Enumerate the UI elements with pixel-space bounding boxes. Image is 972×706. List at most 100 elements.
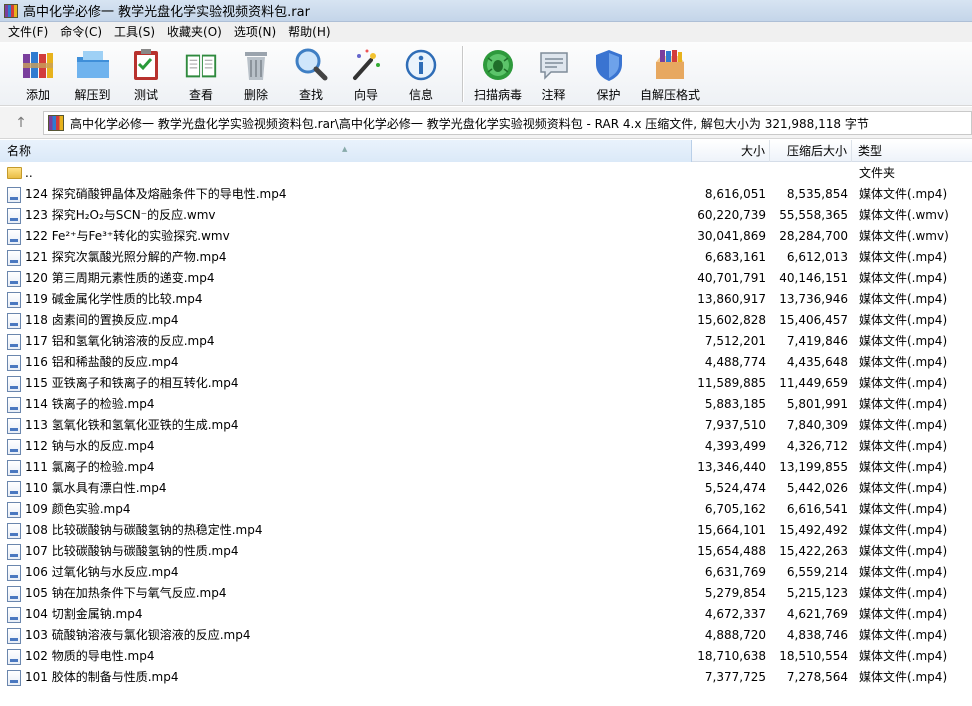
file-row[interactable]: 104 切割金属钠.mp4 4,672,337 4,621,769 媒体文件(.mp4… bbox=[0, 604, 972, 625]
column-name-label: 名称 bbox=[7, 144, 32, 158]
scan-virus-button[interactable]: 扫描病毒 bbox=[470, 42, 526, 104]
up-arrow-icon[interactable]: ↑ bbox=[8, 113, 34, 133]
file-row[interactable]: 123 探究H₂O₂与SCN⁻的反应.wmv 60,220,739 55,558,3… bbox=[0, 205, 972, 226]
file-packed-size: 4,435,648 bbox=[786, 355, 848, 369]
scan-virus-label: 扫描病毒 bbox=[473, 88, 522, 102]
extract-to-button[interactable]: 解压到 bbox=[59, 42, 126, 104]
file-row[interactable]: 124 探究硝酸钾晶体及熔融条件下的导电性.mp4 8,616,051 8,535,… bbox=[0, 184, 972, 205]
file-name: 114 铁离子的检验.mp4 bbox=[25, 397, 155, 411]
file-row[interactable]: 116 铝和稀盐酸的反应.mp4 4,488,774 4,435,648 媒体文件(.… bbox=[0, 352, 972, 373]
menu-tools[interactable]: 工具(S) bbox=[108, 22, 161, 42]
file-row[interactable]: 114 铁离子的检验.mp4 5,883,185 5,801,991 媒体文件(.mp… bbox=[0, 394, 972, 415]
file-name: 112 钠与水的反应.mp4 bbox=[25, 439, 155, 453]
path-field[interactable]: 高中化学必修一 教学光盘化学实验视频资料包.rar\高中化学必修一 教学光盘化学… bbox=[43, 111, 972, 135]
file-packed-size: 13,736,946 bbox=[779, 292, 848, 306]
file-row[interactable]: 102 物质的导电性.mp4 18,710,638 18,510,554 媒体文件(.… bbox=[0, 646, 972, 667]
test-button[interactable]: 测试 bbox=[126, 42, 166, 104]
file-packed-size: 4,838,746 bbox=[786, 628, 848, 642]
file-row[interactable]: 115 亚铁离子和铁离子的相互转化.mp4 11,589,885 11,449,65… bbox=[0, 373, 972, 394]
file-name: 107 比较碳酸钠与碳酸氢钠的性质.mp4 bbox=[25, 544, 239, 558]
file-name: 122 Fe²⁺与Fe³⁺转化的实验探究.wmv bbox=[25, 229, 230, 243]
file-row[interactable]: 118 卤素间的置换反应.mp4 15,602,828 15,406,457 媒体文件… bbox=[0, 310, 972, 331]
add-button[interactable]: 添加 bbox=[17, 42, 59, 104]
menu-options[interactable]: 选项(N) bbox=[228, 22, 282, 42]
parent-folder-row[interactable]: .. 文件夹 bbox=[0, 163, 972, 184]
file-name: 108 比较碳酸钠与碳酸氢钠的热稳定性.mp4 bbox=[25, 523, 263, 537]
file-type: 媒体文件(.mp4) bbox=[859, 292, 948, 306]
file-row[interactable]: 112 钠与水的反应.mp4 4,393,499 4,326,712 媒体文件(.mp… bbox=[0, 436, 972, 457]
file-size: 6,631,769 bbox=[704, 565, 766, 579]
file-row[interactable]: 117 铝和氢氧化钠溶液的反应.mp4 7,512,201 7,419,846 媒体文… bbox=[0, 331, 972, 352]
file-type: 媒体文件(.wmv) bbox=[859, 229, 949, 243]
comment-button[interactable]: 注释 bbox=[526, 42, 581, 104]
title-bar: 高中化学必修一 教学光盘化学实验视频资料包.rar bbox=[0, 0, 972, 22]
file-type: 媒体文件(.mp4) bbox=[859, 397, 948, 411]
delete-label: 删除 bbox=[243, 88, 268, 102]
file-name: 106 过氧化钠与水反应.mp4 bbox=[25, 565, 179, 579]
file-row[interactable]: 119 碱金属化学性质的比较.mp4 13,860,917 13,736,946 媒体… bbox=[0, 289, 972, 310]
file-packed-size: 7,278,564 bbox=[786, 670, 848, 684]
file-size: 15,664,101 bbox=[697, 523, 766, 537]
file-row[interactable]: 111 氯离子的检验.mp4 13,346,440 13,199,855 媒体文件(.… bbox=[0, 457, 972, 478]
file-type: 媒体文件(.mp4) bbox=[859, 376, 948, 390]
wizard-button[interactable]: 向导 bbox=[346, 42, 386, 104]
column-name[interactable]: 名称 ▲ bbox=[0, 140, 692, 162]
menu-commands[interactable]: 命令(C) bbox=[54, 22, 108, 42]
file-size: 8,616,051 bbox=[704, 187, 766, 201]
file-row[interactable]: 109 颜色实验.mp4 6,705,162 6,616,541 媒体文件(.mp4) bbox=[0, 499, 972, 520]
file-name: 121 探究次氯酸光照分解的产物.mp4 bbox=[25, 250, 227, 264]
menu-help[interactable]: 帮助(H) bbox=[282, 22, 336, 42]
file-type: 媒体文件(.mp4) bbox=[859, 418, 948, 432]
file-row[interactable]: 108 比较碳酸钠与碳酸氢钠的热稳定性.mp4 15,664,101 15,492,… bbox=[0, 520, 972, 541]
file-type: 媒体文件(.mp4) bbox=[859, 313, 948, 327]
file-row[interactable]: 106 过氧化钠与水反应.mp4 6,631,769 6,559,214 媒体文件(.… bbox=[0, 562, 972, 583]
test-label: 测试 bbox=[133, 88, 158, 102]
file-row[interactable]: 110 氯水具有漂白性.mp4 5,524,474 5,442,026 媒体文件(.m… bbox=[0, 478, 972, 499]
sfx-label: 自解压格式 bbox=[639, 88, 700, 102]
file-row[interactable]: 120 第三周期元素性质的递变.mp4 40,701,791 40,146,151 媒… bbox=[0, 268, 972, 289]
file-row[interactable]: 101 胶体的制备与性质.mp4 7,377,725 7,278,564 媒体文件(.… bbox=[0, 667, 972, 688]
file-size: 40,701,791 bbox=[697, 271, 766, 285]
file-row[interactable]: 122 Fe²⁺与Fe³⁺转化的实验探究.wmv 30,041,869 28,284… bbox=[0, 226, 972, 247]
sfx-button[interactable]: 自解压格式 bbox=[636, 42, 704, 104]
video-file-icon bbox=[7, 355, 21, 371]
video-file-icon bbox=[7, 607, 21, 623]
video-file-icon bbox=[7, 670, 21, 686]
file-packed-size: 6,612,013 bbox=[786, 250, 848, 264]
file-row[interactable]: 113 氢氧化铁和氢氧化亚铁的生成.mp4 7,937,510 7,840,309 媒… bbox=[0, 415, 972, 436]
column-size[interactable]: 大小 bbox=[692, 140, 770, 162]
column-type[interactable]: 类型 bbox=[852, 140, 972, 162]
menu-favorites[interactable]: 收藏夹(O) bbox=[161, 22, 228, 42]
file-size: 4,488,774 bbox=[704, 355, 766, 369]
file-row[interactable]: 103 硫酸钠溶液与氯化钡溶液的反应.mp4 4,888,720 4,838,746… bbox=[0, 625, 972, 646]
video-file-icon bbox=[7, 397, 21, 413]
file-type: 媒体文件(.mp4) bbox=[859, 187, 948, 201]
file-row[interactable]: 105 钠在加热条件下与氧气反应.mp4 5,279,854 5,215,123 媒体… bbox=[0, 583, 972, 604]
file-packed-size: 11,449,659 bbox=[779, 376, 848, 390]
view-button[interactable]: 查看 bbox=[166, 42, 236, 104]
shield-icon bbox=[591, 47, 627, 83]
info-button[interactable]: 信息 bbox=[386, 42, 456, 104]
file-name: .. bbox=[25, 166, 33, 180]
path-text: 高中化学必修一 教学光盘化学实验视频资料包.rar\高中化学必修一 教学光盘化学… bbox=[70, 116, 869, 131]
video-file-icon bbox=[7, 439, 21, 455]
column-packed-size[interactable]: 压缩后大小 bbox=[770, 140, 852, 162]
protect-button[interactable]: 保护 bbox=[581, 42, 636, 104]
file-size: 13,860,917 bbox=[697, 292, 766, 306]
file-size: 15,602,828 bbox=[697, 313, 766, 327]
file-row[interactable]: 121 探究次氯酸光照分解的产物.mp4 6,683,161 6,612,013 媒体… bbox=[0, 247, 972, 268]
delete-button[interactable]: 删除 bbox=[236, 42, 276, 104]
find-button[interactable]: 查找 bbox=[276, 42, 346, 104]
info-label: 信息 bbox=[408, 88, 433, 102]
file-list: .. 文件夹 124 探究硝酸钾晶体及熔融条件下的导电性.mp4 8,616,05… bbox=[0, 163, 972, 706]
menu-file[interactable]: 文件(F) bbox=[2, 22, 54, 42]
extract-to-label: 解压到 bbox=[74, 88, 111, 102]
file-type: 媒体文件(.mp4) bbox=[859, 250, 948, 264]
file-row[interactable]: 107 比较碳酸钠与碳酸氢钠的性质.mp4 15,654,488 15,422,26… bbox=[0, 541, 972, 562]
video-file-icon bbox=[7, 271, 21, 287]
file-size: 4,888,720 bbox=[704, 628, 766, 642]
file-type: 媒体文件(.mp4) bbox=[859, 586, 948, 600]
video-file-icon bbox=[7, 376, 21, 392]
video-file-icon bbox=[7, 208, 21, 224]
video-file-icon bbox=[7, 502, 21, 518]
